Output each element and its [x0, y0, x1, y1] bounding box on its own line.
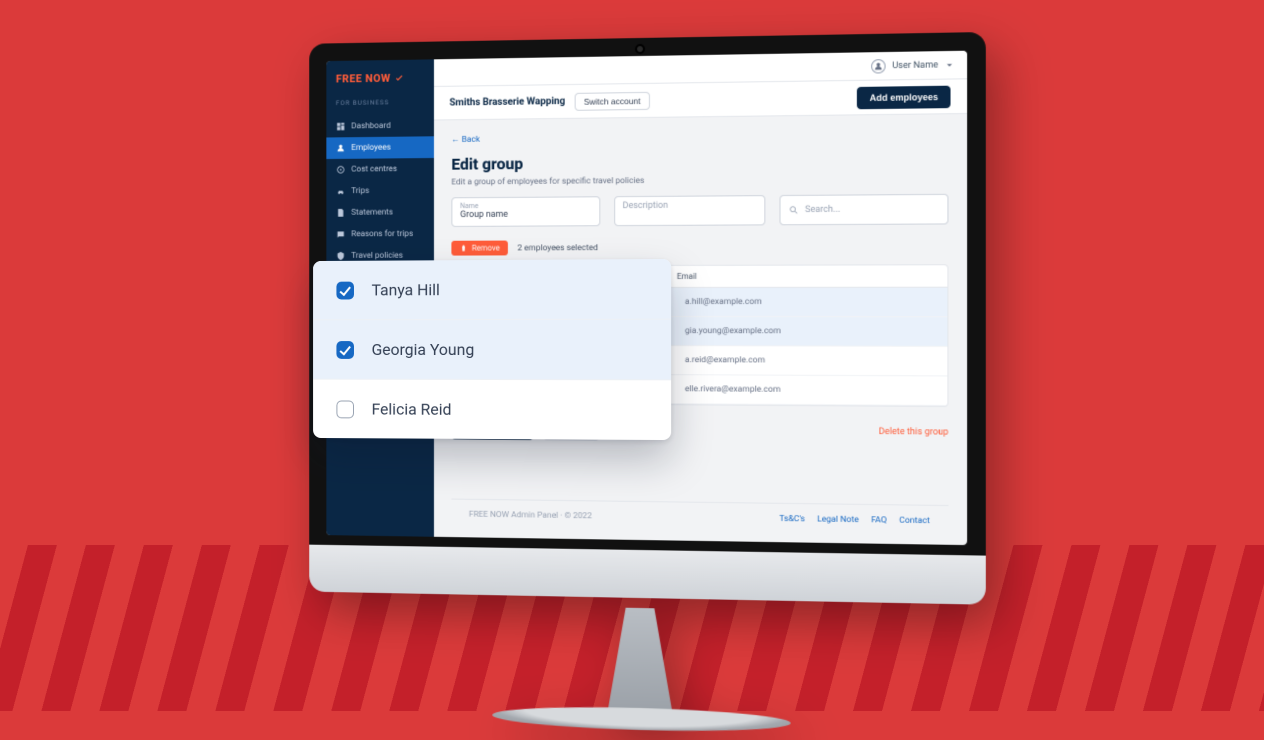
- search-icon: [789, 205, 799, 215]
- avatar-icon: [872, 59, 886, 73]
- sidebar-item-label: Trips: [351, 186, 369, 196]
- popover-name: Georgia Young: [372, 340, 475, 359]
- search-placeholder: Search...: [805, 205, 840, 215]
- sidebar-item-trips[interactable]: Trips: [326, 180, 434, 202]
- sidebar-item-reasons[interactable]: Reasons for trips: [326, 223, 434, 245]
- description-field[interactable]: Description: [614, 195, 766, 226]
- camera-dot: [637, 46, 643, 52]
- footer-link[interactable]: FAQ: [871, 515, 887, 525]
- search-field[interactable]: Search...: [780, 194, 949, 225]
- field-value: Group name: [460, 209, 591, 220]
- back-link-label: Back: [462, 135, 480, 145]
- sidebar-item-label: Employees: [351, 143, 391, 153]
- popover-row[interactable]: Tanya Hill: [313, 259, 671, 319]
- user-menu[interactable]: User Name: [872, 58, 955, 74]
- remove-selected-button[interactable]: Remove: [451, 241, 507, 256]
- trips-icon: [336, 186, 346, 196]
- footer-link[interactable]: Contact: [899, 516, 930, 527]
- footer: FREE NOW Admin Panel · © 2022 Ts&C's Lega…: [451, 499, 948, 535]
- page-title: Edit group: [451, 150, 948, 174]
- trash-icon: [459, 244, 468, 253]
- popover-checkbox[interactable]: [336, 341, 354, 359]
- footer-links: Ts&C's Legal Note FAQ Contact: [779, 514, 930, 526]
- row-email: a.hill@example.com: [685, 297, 937, 307]
- sidebar-item-label: Reasons for trips: [351, 229, 413, 239]
- popover-row[interactable]: Georgia Young: [313, 319, 671, 380]
- sidebar-item-label: Cost centres: [351, 164, 397, 174]
- selected-count: 2 employees selected: [517, 243, 598, 253]
- sidebar-item-label: Travel policies: [351, 251, 403, 261]
- footer-copy: FREE NOW Admin Panel · © 2022: [469, 510, 592, 522]
- dashboard-icon: [336, 122, 346, 132]
- sidebar-item-dashboard[interactable]: Dashboard: [326, 115, 434, 138]
- sidebar-item-cost-centres[interactable]: Cost centres: [326, 158, 434, 181]
- brand-tagline: FOR BUSINESS: [336, 98, 389, 107]
- sidebar-item-label: Statements: [351, 208, 393, 218]
- sidebar-item-label: Dashboard: [351, 121, 390, 131]
- remove-chip-label: Remove: [472, 244, 500, 253]
- popover-checkbox[interactable]: [336, 400, 354, 418]
- row-email: a.reid@example.com: [685, 355, 937, 366]
- chevron-down-icon: [944, 60, 954, 70]
- popover-row[interactable]: Felicia Reid: [313, 379, 671, 440]
- brand-check-icon: [395, 73, 405, 83]
- row-email: gia.young@example.com: [685, 326, 937, 337]
- back-link[interactable]: ← Back: [451, 129, 948, 145]
- travel-policies-icon: [336, 251, 346, 261]
- cost-centres-icon: [336, 165, 346, 175]
- brand-logo: FREE NOW: [326, 59, 434, 97]
- sidebar-item-statements[interactable]: Statements: [326, 201, 434, 223]
- sidebar-item-employees[interactable]: Employees: [326, 136, 434, 159]
- popover-name: Felicia Reid: [372, 400, 452, 419]
- reasons-icon: [336, 229, 346, 239]
- col-email: Email: [677, 271, 937, 281]
- page-subtitle: Edit a group of employees for specific t…: [451, 173, 948, 187]
- add-employees-button[interactable]: Add employees: [857, 85, 950, 109]
- popover-name: Tanya Hill: [372, 280, 440, 299]
- user-name-label: User Name: [892, 60, 938, 71]
- brand-name: FREE NOW: [336, 72, 391, 86]
- statements-icon: [336, 208, 346, 218]
- row-email: elle.rivera@example.com: [685, 384, 937, 396]
- switch-account-button[interactable]: Switch account: [575, 91, 649, 110]
- group-name-field[interactable]: Name Group name: [451, 196, 599, 227]
- field-placeholder: Description: [623, 200, 757, 211]
- footer-link[interactable]: Legal Note: [817, 514, 859, 525]
- delete-group-link[interactable]: Delete this group: [879, 427, 949, 438]
- footer-link[interactable]: Ts&C's: [779, 514, 805, 524]
- employees-icon: [336, 143, 346, 153]
- popover-checkbox[interactable]: [336, 281, 354, 299]
- selection-popover: Tanya Hill Georgia Young Felicia Reid: [313, 259, 671, 440]
- account-name: Smiths Brasserie Wapping: [449, 96, 565, 108]
